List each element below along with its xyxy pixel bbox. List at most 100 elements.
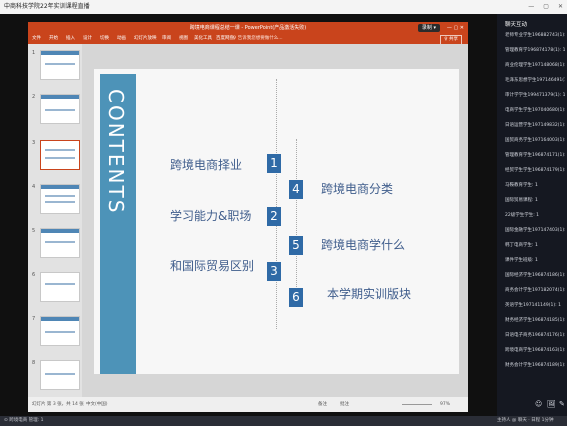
slide-thumbnail[interactable]	[40, 228, 80, 258]
tab-review[interactable]: 审阅	[162, 34, 171, 44]
ppt-title: 跨境电商课程总结一课 - PowerPoint(产品激活失败)	[189, 25, 307, 31]
thumb-line	[45, 331, 75, 333]
video-stage: 跨境电商课程总结一课 - PowerPoint(产品激活失败) 录制 ▾ — ▢…	[0, 14, 497, 416]
contents-band: CONTENTS	[100, 74, 136, 374]
thumb-line	[45, 149, 75, 151]
chat-message: 课件学生班级: 1	[505, 258, 538, 263]
current-slide[interactable]: CONTENTS 跨境电商择业 1 学习能力&职场 2 和国际贸易区别 3 4 …	[94, 69, 459, 374]
chat-message: 马鞍教育学生: 1	[505, 183, 538, 188]
chat-message: 经贸学生学生196874179(1): 1	[505, 168, 565, 173]
dotted-guide-line	[276, 79, 277, 329]
tab-file[interactable]: 文件	[32, 34, 41, 44]
ppt-title-bar: 跨境电商课程总结一课 - PowerPoint(产品激活失败) 录制 ▾ — ▢…	[28, 22, 468, 34]
agenda-item-5-number: 5	[289, 236, 303, 255]
window-title-bar: 中商科技学院22年实训课程直播 — ▢ ✕	[0, 0, 567, 14]
tab-slideshow[interactable]: 幻灯片放映	[134, 34, 157, 44]
chat-message: 商业伦理学生197148068(1): 1	[505, 63, 565, 68]
pen-icon[interactable]: ✎	[559, 400, 565, 408]
slide-thumbnail[interactable]	[40, 360, 80, 390]
thumb-number: 8	[32, 360, 36, 366]
bottom-status: 主持人 @ 聊天 · 日程 1分钟	[497, 418, 554, 423]
ppt-window-controls[interactable]: — ▢ ✕	[447, 22, 464, 34]
chat-toolbar: ☺ 🖼 ✎	[505, 400, 565, 414]
slide-thumbnail[interactable]	[40, 316, 80, 346]
thumb-line	[45, 63, 75, 65]
thumb-line	[45, 283, 75, 285]
thumb-bar	[41, 317, 79, 321]
ribbon-tabs: 文件 开始 插入 设计 切换 动画 幻灯片放映 审阅 视图 美化工具 百度网盘 …	[28, 34, 468, 45]
language-indicator[interactable]: 中文(中国)	[86, 397, 108, 412]
chat-message: 审计学学生199471379(1): 1	[505, 93, 565, 98]
image-icon[interactable]: 🖼	[547, 400, 556, 408]
thumb-bar	[41, 229, 79, 233]
powerpoint-window: 跨境电商课程总结一课 - PowerPoint(产品激活失败) 录制 ▾ — ▢…	[28, 22, 468, 412]
thumb-number: 5	[32, 228, 36, 234]
thumb-number: 3	[32, 140, 36, 146]
slide-thumbnail[interactable]	[40, 94, 80, 124]
chat-message: 22级学生学生: 1	[505, 213, 540, 218]
thumb-line	[45, 195, 75, 197]
window-title: 中商科技学院22年实训课程直播	[4, 3, 90, 10]
chat-message: 国际贸易课程: 1	[505, 198, 538, 203]
chat-message: 韩丁电商学生: 1	[505, 243, 538, 248]
chat-message: 财务经济学生196874185(1): 1	[505, 318, 565, 323]
agenda-item-4-text: 跨境电商分类	[321, 182, 394, 196]
thumb-line	[45, 373, 75, 375]
thumb-number: 1	[32, 50, 36, 56]
tab-insert[interactable]: 插入	[66, 34, 75, 44]
window-controls: — ▢ ✕	[528, 0, 563, 14]
chat-message: 老师专业学生196882743(1): 1	[505, 33, 565, 38]
agenda-item-6-text: 本学期实训版块	[327, 287, 412, 301]
agenda-item-3-text: 和国际贸易区别	[170, 259, 255, 273]
agenda-item-3-number: 3	[267, 262, 281, 281]
agenda-item-5-text: 跨境电商学什么	[321, 238, 406, 252]
agenda-item-1-number: 1	[267, 154, 281, 173]
chat-message: 国贸商务学生197164003(1): 1	[505, 138, 565, 143]
tab-baidu-netdisk[interactable]: 百度网盘	[216, 34, 234, 44]
slide-counter: 幻灯片 第 3 张，共 14 张	[32, 402, 84, 407]
tab-transitions[interactable]: 切换	[100, 34, 109, 44]
emoji-icon[interactable]: ☺	[535, 400, 542, 408]
slide-thumbnail-selected[interactable]	[40, 140, 80, 170]
maximize-button[interactable]: ▢	[543, 0, 549, 14]
zoom-level[interactable]: 97%	[440, 397, 450, 412]
record-button[interactable]: 录制 ▾	[417, 24, 440, 32]
slide-thumbnail[interactable]	[40, 272, 80, 302]
status-bar: 幻灯片 第 3 张，共 14 张 中文(中国) 备注 批注 97%	[28, 397, 468, 412]
live-bottom-bar: ⊙ 跨境电商 管理: 1 主持人 @ 聊天 · 日程 1分钟	[0, 416, 567, 426]
slide-thumbnail[interactable]	[40, 184, 80, 214]
chat-message: 电商学生学生197040680(1): 1	[505, 108, 565, 113]
close-button[interactable]: ✕	[558, 0, 563, 14]
notes-button[interactable]: 备注	[318, 397, 327, 412]
chat-sidebar: 聊天互动 老师专业学生196882743(1): 1 管理教育学19687417…	[497, 14, 567, 416]
thumb-number: 6	[32, 272, 36, 278]
dotted-guide-line	[296, 139, 297, 299]
zoom-slider[interactable]	[402, 404, 432, 405]
thumb-bar	[41, 51, 79, 55]
chat-message: 日语运营学生197149832(1): 1	[505, 123, 565, 128]
slide-edit-area: CONTENTS 跨境电商择业 1 学习能力&职场 2 和国际贸易区别 3 4 …	[82, 44, 468, 397]
chat-message: 毛泽东思想学生197146491(1): 1	[505, 78, 565, 83]
thumb-line	[45, 241, 75, 243]
chat-message: 管理教育学生196874171(1): 1	[505, 153, 565, 158]
comments-button[interactable]: 批注	[340, 397, 349, 412]
agenda-item-1-text: 跨境电商择业	[170, 158, 243, 172]
tell-me-search[interactable]: ♀ 告诉我您想要做什么...	[233, 36, 283, 42]
minimize-button[interactable]: —	[528, 0, 534, 14]
thumb-number: 7	[32, 316, 36, 322]
slide-thumbnail[interactable]	[40, 50, 80, 80]
tab-view[interactable]: 视图	[179, 34, 188, 44]
chat-message: 财务会计学生196874189(1): 1	[505, 363, 565, 368]
chat-message: 管理教育学196874178(1): 1	[505, 48, 565, 53]
thumb-bar	[41, 95, 79, 99]
chat-message: 商务会计学生197182074(1): 1	[505, 288, 565, 293]
thumb-line	[45, 157, 75, 159]
tab-home[interactable]: 开始	[49, 34, 58, 44]
tab-animations[interactable]: 动画	[117, 34, 126, 44]
agenda-item-2-number: 2	[267, 207, 281, 226]
chat-message: 国际金融学生197147403(1): 1	[505, 228, 565, 233]
tab-design[interactable]: 设计	[83, 34, 92, 44]
tab-beautify[interactable]: 美化工具	[194, 34, 212, 44]
slide-thumbnail-pane: 1 2 3 4 5 6 7 8	[28, 44, 82, 397]
chat-message: 跨境电商学生196874163(1): 1	[505, 348, 565, 353]
